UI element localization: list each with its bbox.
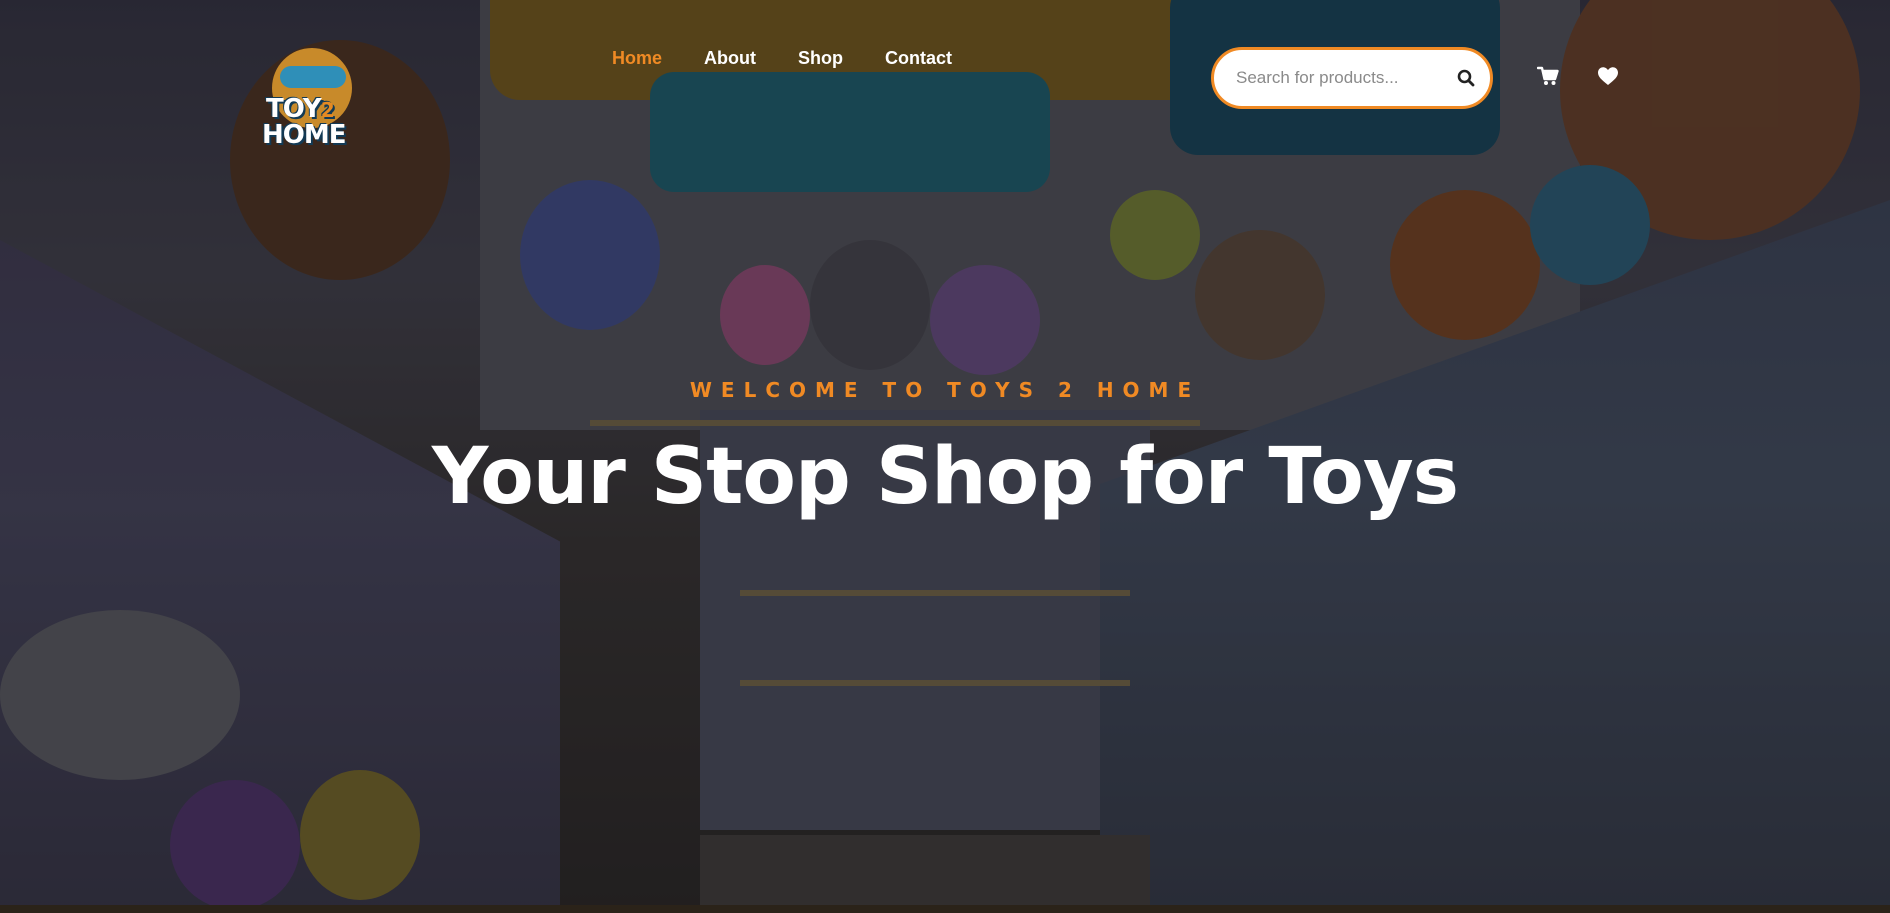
logo-two-label: 2 — [320, 98, 335, 122]
main-nav: Home About Shop Contact — [612, 48, 994, 69]
heart-icon[interactable] — [1595, 64, 1621, 88]
nav-link-contact[interactable]: Contact — [885, 48, 952, 69]
site-logo[interactable]: TOY2 HOME — [258, 48, 364, 150]
search-icon[interactable] — [1457, 65, 1475, 91]
hero-eyebrow: WELCOME TO TOYS 2 HOME — [689, 378, 1201, 402]
cart-icon[interactable] — [1535, 64, 1561, 88]
logo-text-home: HOME — [262, 120, 346, 150]
page-bottom-edge — [0, 905, 1890, 913]
nav-link-shop[interactable]: Shop — [798, 48, 843, 69]
nav-link-about[interactable]: About — [704, 48, 756, 69]
nav-link-home[interactable]: Home — [612, 48, 662, 69]
airplane-icon — [280, 66, 346, 88]
hero-headline: Your Stop Shop for Toys — [431, 432, 1459, 522]
search-bar — [1211, 47, 1493, 109]
search-input[interactable] — [1236, 68, 1457, 88]
